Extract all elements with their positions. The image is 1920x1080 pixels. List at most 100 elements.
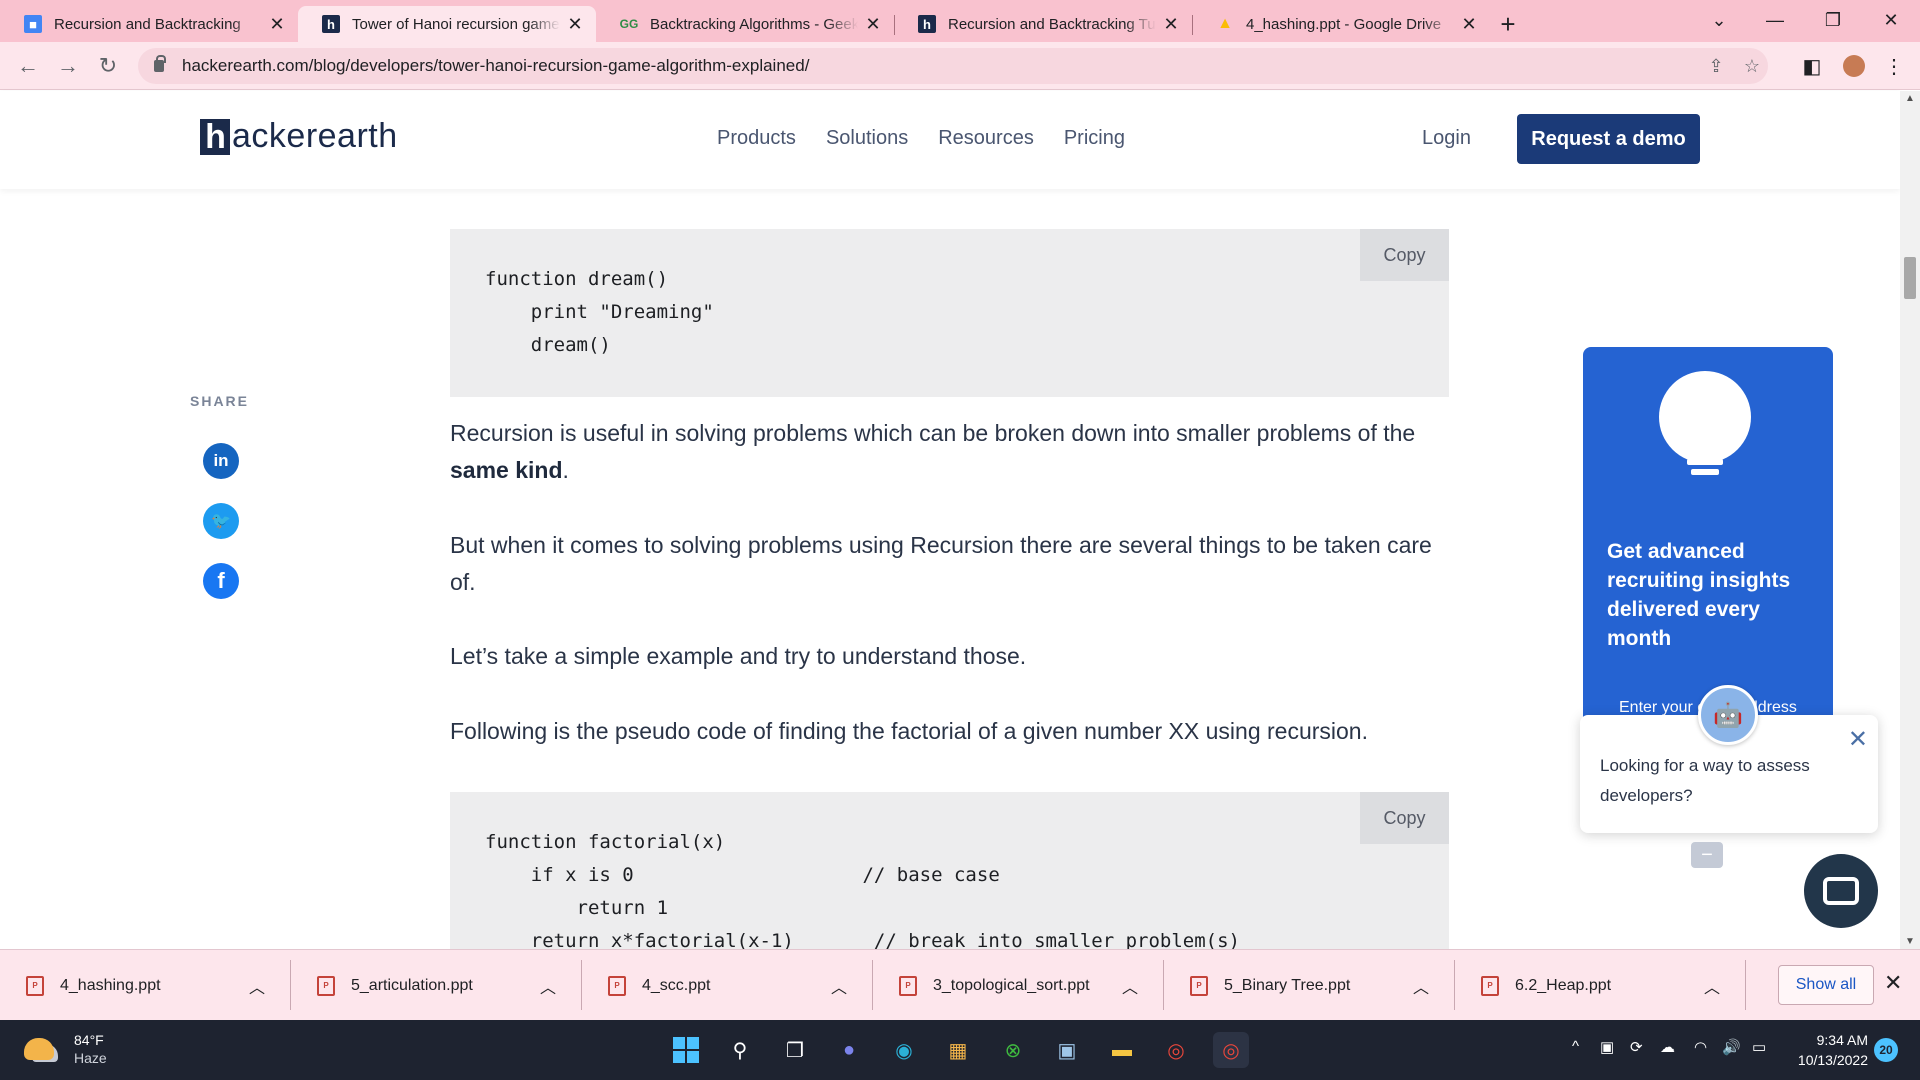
article-content: Copy function dream() print "Dreaming" d… (0, 189, 1900, 949)
close-icon[interactable]: ✕ (1848, 725, 1868, 754)
weather-widget[interactable]: 84°F Haze (24, 1032, 107, 1066)
download-filename: 5_Binary Tree.ppt (1224, 976, 1351, 994)
ppt-file-icon: P (608, 975, 626, 996)
microsoft-store-icon[interactable]: ▦ (940, 1032, 976, 1068)
address-bar[interactable]: hackerearth.com/blog/developers/tower-ha… (138, 48, 1768, 84)
download-item[interactable]: P 5_Binary Tree.ppt ︿ (1164, 950, 1455, 1021)
system-clock[interactable]: 9:34 AM 10/13/2022 (1784, 1030, 1868, 1070)
sync-icon[interactable]: ⟳ (1630, 1038, 1643, 1056)
reload-icon[interactable]: ↻ (88, 46, 128, 86)
close-downloads-icon[interactable]: ✕ (1884, 970, 1902, 996)
scroll-down-icon[interactable]: ▼ (1900, 936, 1920, 947)
task-view-icon[interactable]: ❐ (777, 1032, 813, 1068)
windows-start-icon[interactable] (668, 1032, 704, 1068)
browser-tab-geeksforgeeks[interactable]: GG Backtracking Algorithms - GeeksforGee… (596, 6, 894, 42)
code-factorial: function factorial(x) if x is 0 // base … (485, 831, 1240, 949)
close-tab-icon[interactable]: ✕ (1460, 14, 1478, 35)
tab-search-icon[interactable]: ⌄ (1696, 0, 1742, 40)
lightbulb-icon (1659, 371, 1751, 463)
chat-launcher-button[interactable] (1804, 854, 1878, 928)
copy-code-button[interactable]: Copy (1360, 792, 1449, 844)
code-dream: function dream() print "Dreaming" dream(… (485, 268, 714, 356)
twitter-icon[interactable]: 🐦 (203, 503, 239, 539)
xbox-icon[interactable]: ⊗ (995, 1032, 1031, 1068)
search-icon[interactable]: ⚲ (722, 1032, 758, 1068)
linkedin-icon[interactable]: in (203, 443, 239, 479)
chat-agent-avatar: 🤖 (1698, 685, 1758, 745)
notification-badge[interactable]: 20 (1874, 1038, 1898, 1062)
chrome-icon[interactable]: ◎ (1158, 1032, 1194, 1068)
paragraph-factorial-intro: Following is the pseudo code of finding … (450, 718, 1368, 744)
chevron-up-icon[interactable]: ︿ (540, 974, 556, 998)
close-tab-icon[interactable]: ✕ (566, 14, 584, 35)
edge-icon[interactable]: ◉ (886, 1032, 922, 1068)
tab-title: 4_hashing.ppt - Google Drive (1246, 15, 1442, 33)
tab-title: Recursion and Backtracking Tutorials (948, 15, 1156, 33)
share-icon[interactable]: ⇪ (1698, 48, 1734, 84)
clock-time: 9:34 AM (1816, 1032, 1868, 1048)
page-scrollbar[interactable]: ▲ ▼ (1900, 91, 1920, 949)
request-demo-button[interactable]: Request a demo (1517, 114, 1700, 164)
volume-icon[interactable]: 🔊 (1722, 1038, 1741, 1056)
chrome-profile-icon[interactable]: ◎ (1213, 1032, 1249, 1068)
scroll-up-icon[interactable]: ▲ (1900, 93, 1920, 104)
download-item[interactable]: P 5_articulation.ppt ︿ (291, 950, 582, 1021)
ppt-file-icon: P (1190, 975, 1208, 996)
teams-chat-icon[interactable]: ● (831, 1032, 867, 1068)
scrollbar-thumb[interactable] (1904, 257, 1916, 299)
browser-tab-tower-of-hanoi[interactable]: h Tower of Hanoi recursion game algorith… (298, 6, 596, 42)
side-panel-icon[interactable]: ◧ (1792, 46, 1832, 86)
nav-products[interactable]: Products (717, 127, 796, 150)
login-link[interactable]: Login (1422, 127, 1471, 150)
chevron-up-icon[interactable]: ︿ (249, 974, 265, 998)
bold-phrase: same kind (450, 457, 563, 483)
bookmark-star-icon[interactable]: ☆ (1734, 48, 1770, 84)
show-hidden-icons[interactable]: ^ (1572, 1038, 1579, 1055)
battery-icon[interactable]: ▭ (1752, 1038, 1766, 1056)
download-filename: 6.2_Heap.ppt (1515, 976, 1612, 994)
download-item[interactable]: P 4_scc.ppt ︿ (582, 950, 873, 1021)
close-tab-icon[interactable]: ✕ (864, 14, 882, 35)
chat-message: Looking for a way to assess developers? (1600, 756, 1810, 805)
lightbulb-base (1687, 459, 1723, 465)
photos-icon[interactable]: ▣ (1049, 1032, 1085, 1068)
tray-app-icon[interactable]: ▣ (1600, 1038, 1614, 1056)
browser-tab-recursion-tutorials[interactable]: h Recursion and Backtracking Tutorials ✕ (894, 6, 1192, 42)
back-icon[interactable]: ← (8, 46, 48, 86)
facebook-icon[interactable]: f (203, 563, 239, 599)
restore-button[interactable]: ❐ (1810, 0, 1856, 40)
copy-code-button[interactable]: Copy (1360, 229, 1449, 281)
chevron-up-icon[interactable]: ︿ (831, 974, 847, 998)
account-icon: ■ (24, 15, 42, 33)
hackerearth-logo[interactable]: h ackerearth (200, 117, 398, 156)
download-item[interactable]: P 4_hashing.ppt ︿ (0, 950, 291, 1021)
file-explorer-icon[interactable]: ▬ (1104, 1032, 1140, 1068)
download-item[interactable]: P 3_topological_sort.ppt ︿ (873, 950, 1164, 1021)
profile-avatar[interactable] (1834, 46, 1874, 86)
download-item[interactable]: P 6.2_Heap.ppt ︿ (1455, 950, 1746, 1021)
browser-tab-strip: ■ Recursion and Backtracking ✕ h Tower o… (0, 0, 1920, 42)
wifi-icon[interactable]: ◠ (1694, 1038, 1707, 1056)
forward-icon[interactable]: → (48, 46, 88, 86)
close-tab-icon[interactable]: ✕ (268, 14, 286, 35)
nav-solutions[interactable]: Solutions (826, 127, 908, 150)
close-window-button[interactable]: ✕ (1868, 0, 1914, 40)
tab-title: Backtracking Algorithms - GeeksforGeeks (650, 15, 858, 33)
nav-pricing[interactable]: Pricing (1064, 127, 1125, 150)
nav-resources[interactable]: Resources (938, 127, 1034, 150)
download-filename: 4_scc.ppt (642, 976, 711, 994)
chevron-up-icon[interactable]: ︿ (1122, 974, 1138, 998)
new-tab-button[interactable]: + (1490, 6, 1526, 42)
browser-tab-recursion-backtracking[interactable]: ■ Recursion and Backtracking ✕ (0, 6, 298, 42)
onedrive-icon[interactable]: ☁ (1660, 1038, 1675, 1056)
browser-tab-google-drive[interactable]: ▲ 4_hashing.ppt - Google Drive ✕ (1192, 6, 1490, 42)
clock-date: 10/13/2022 (1797, 1052, 1868, 1068)
show-all-downloads-button[interactable]: Show all (1778, 965, 1874, 1005)
menu-kebab-icon[interactable]: ⋮ (1874, 46, 1914, 86)
google-drive-icon: ▲ (1217, 15, 1233, 32)
minimize-chat-button[interactable]: − (1691, 842, 1723, 868)
chevron-up-icon[interactable]: ︿ (1413, 974, 1429, 998)
chevron-up-icon[interactable]: ︿ (1704, 974, 1720, 998)
close-tab-icon[interactable]: ✕ (1162, 14, 1180, 35)
minimize-button[interactable]: — (1752, 0, 1798, 40)
